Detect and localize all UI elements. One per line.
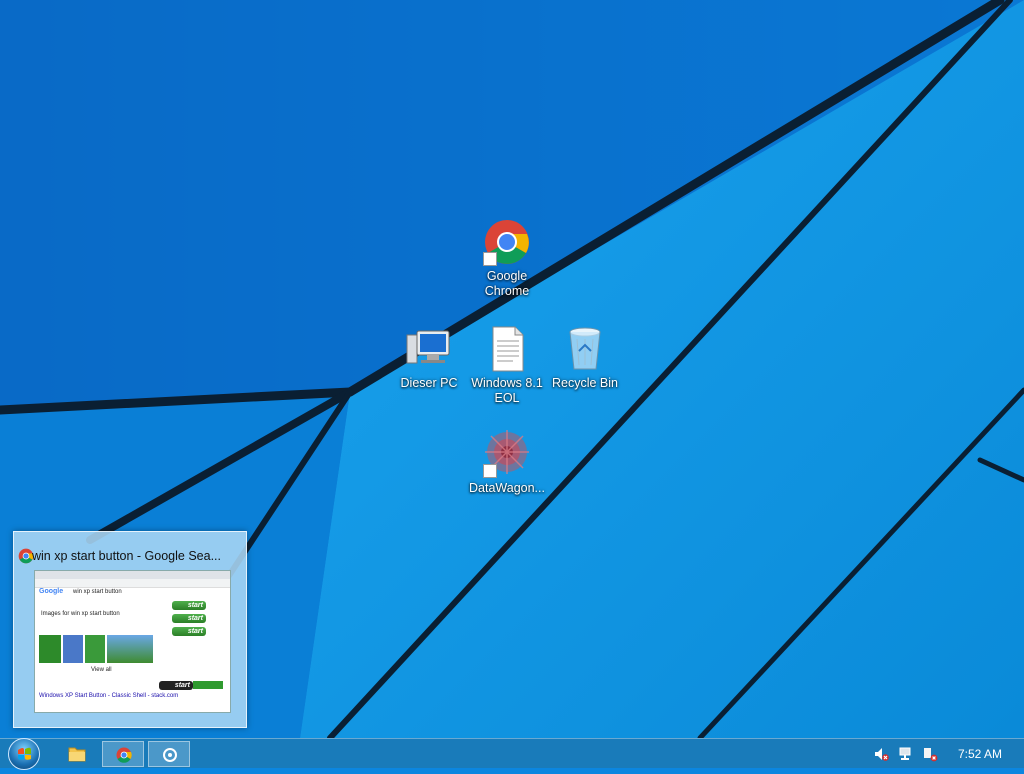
desktop-icon-label: Windows 8.1 EOL [471, 376, 543, 405]
taskbar: 7:52 AM [0, 738, 1024, 770]
network-icon[interactable] [898, 746, 914, 762]
speaker-muted-icon[interactable] [873, 746, 889, 762]
folder-icon [68, 747, 86, 762]
thumb-search-text: win xp start button [73, 589, 122, 595]
text-document-icon [483, 325, 531, 373]
datawagon-icon [483, 430, 531, 478]
windows-logo-icon [18, 747, 31, 760]
shortcut-arrow-icon [483, 252, 497, 266]
thumb-images-heading: Images for win xp start button [41, 611, 120, 617]
thumb-start-button: start [159, 681, 193, 690]
desktop-icon-dieser-pc[interactable]: Dieser PC [387, 325, 471, 391]
desktop-icon-label: Dieser PC [400, 376, 458, 390]
desktop-icon-datawagon[interactable]: DataWagon... [465, 430, 549, 496]
thumb-start-button: start [172, 627, 206, 636]
desktop-icon-recycle-bin[interactable]: Recycle Bin [543, 325, 627, 391]
taskbar-clock[interactable]: 7:52 AM [958, 747, 1002, 761]
thumb-start-button: start [172, 601, 206, 610]
desktop-icon-google-chrome[interactable]: Google Chrome [465, 218, 549, 299]
taskbar-file-explorer[interactable] [56, 741, 98, 767]
desktop-icon-label: Recycle Bin [552, 376, 618, 390]
taskbar-app[interactable] [148, 741, 190, 767]
shortcut-arrow-icon [483, 464, 497, 478]
thumb-result-link: Windows XP Start Button - Classic Shell … [39, 693, 179, 699]
preview-thumbnail[interactable]: Google win xp start button Images for wi… [34, 570, 231, 713]
desktop: Google Chrome Dieser PC Windows 8.1 EOL … [0, 0, 1024, 738]
chrome-icon [483, 218, 531, 266]
chrome-icon [116, 747, 132, 763]
start-button[interactable] [8, 738, 40, 770]
desktop-icon-label: Google Chrome [484, 269, 530, 298]
action-center-warning-icon[interactable] [922, 746, 938, 762]
thumb-start-button: start [172, 614, 206, 623]
app-icon [163, 748, 177, 762]
desktop-icon-windows-eol[interactable]: Windows 8.1 EOL [465, 325, 549, 406]
taskbar-google-chrome[interactable] [102, 741, 144, 767]
desktop-icon-label: DataWagon... [469, 481, 545, 495]
computer-icon [405, 325, 453, 373]
thumb-more-text: View all [91, 667, 112, 673]
preview-title: win xp start button - Google Sea... [32, 549, 221, 563]
taskbar-thumbnail-preview[interactable]: win xp start button - Google Sea... Goog… [13, 531, 247, 728]
recycle-bin-icon [561, 325, 609, 373]
